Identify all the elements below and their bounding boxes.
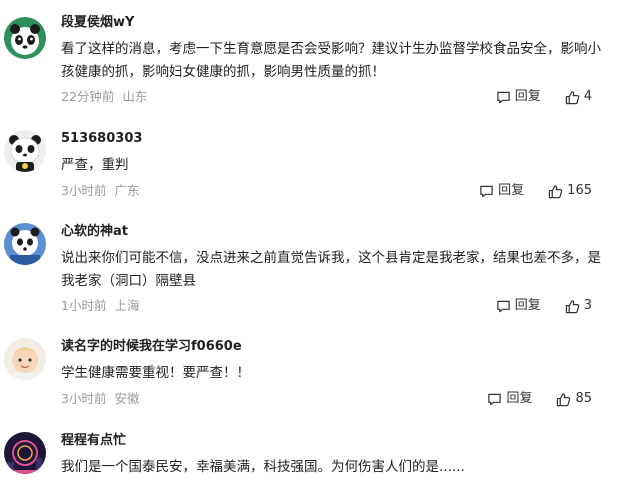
reply-button[interactable]: 回复 [496, 298, 541, 314]
avatar[interactable] [4, 223, 46, 265]
like-button[interactable]: 3 [565, 298, 592, 314]
thumbs-up-icon [565, 299, 579, 313]
comment-meta: 1小时前 上海 [61, 298, 139, 314]
reply-button[interactable]: 回复 [496, 89, 541, 105]
comment-time: 3小时前 [61, 183, 107, 198]
username[interactable]: 程程有点忙 [61, 432, 126, 450]
comment-item: 513680303 严查，重判 3小时前 广东 回复 165 [0, 130, 636, 210]
comment-time: 22分钟前 [61, 89, 115, 104]
comment-time: 3小时前 [61, 391, 107, 406]
night-city-avatar-icon [4, 432, 46, 474]
comment-meta: 22分钟前 山东 [61, 89, 147, 105]
comment-actions: 回复 85 [487, 391, 592, 407]
comment-meta: 3小时前 广东 [61, 183, 139, 199]
comment-item: 读名字的时候我在学习f0660e 学生健康需要重视！要严查！！ 3小时前 安徽 回… [0, 338, 636, 418]
like-button[interactable]: 85 [556, 391, 592, 407]
comment-location: 上海 [114, 298, 140, 313]
comment-location: 山东 [122, 89, 148, 104]
panda-avatar-icon [4, 17, 46, 59]
reply-icon [488, 393, 502, 405]
comment-location: 安徽 [114, 391, 140, 406]
thumbs-up-icon [565, 90, 579, 104]
reply-label: 回复 [506, 391, 533, 406]
comment-actions: 回复 3 [496, 298, 592, 314]
like-button[interactable]: 4 [565, 89, 592, 105]
like-count: 85 [575, 391, 592, 406]
avatar[interactable] [4, 17, 46, 59]
avatar[interactable] [4, 432, 46, 474]
comment-text: 说出来你们可能不信，没点进来之前直觉告诉我，这个县肯定是我老家，结果也差不多，是… [61, 250, 601, 289]
reply-icon [480, 185, 493, 197]
like-count: 165 [567, 183, 592, 198]
mascot-avatar-icon [4, 223, 46, 265]
avatar[interactable] [4, 130, 46, 172]
comment-time: 1小时前 [61, 298, 107, 313]
username[interactable]: 段夏侯烟wY [61, 14, 134, 32]
reply-icon [496, 300, 510, 312]
comment-actions: 回复 165 [479, 183, 592, 199]
reply-icon [496, 91, 510, 103]
reply-button[interactable]: 回复 [479, 183, 524, 199]
avatar[interactable] [4, 338, 46, 380]
comment-item: 程程有点忙 我们是一个国泰民安，幸福美满，科技强国。为何伤害人们的是...... [0, 432, 636, 475]
comment-meta: 3小时前 安徽 [61, 391, 139, 407]
comment-item: 段夏侯烟wY 看了这样的消息，考虑一下生育意愿是否会受影响？建议计生办监督学校食… [0, 14, 636, 114]
comment-actions: 回复 4 [496, 89, 592, 105]
reply-button[interactable]: 回复 [487, 391, 532, 407]
reply-label: 回复 [514, 298, 541, 313]
like-count: 4 [583, 89, 592, 104]
cartoon-panda-avatar-icon [4, 130, 46, 172]
comment-text: 严查，重判 [61, 157, 129, 173]
thumbs-up-icon [548, 184, 563, 198]
comment-text: 学生健康需要重视！要严查！！ [61, 365, 250, 381]
username[interactable]: 513680303 [61, 130, 142, 148]
username[interactable]: 读名字的时候我在学习f0660e [61, 338, 242, 356]
comment-text: 看了这样的消息，考虑一下生育意愿是否会受影响？建议计生办监督学校食品安全，影响小… [61, 41, 601, 80]
reply-label: 回复 [498, 183, 525, 198]
like-count: 3 [583, 298, 592, 313]
baby-avatar-icon [4, 338, 46, 380]
comment-item: 心软的神at 说出来你们可能不信，没点进来之前直觉告诉我，这个县肯定是我老家，结… [0, 223, 636, 323]
thumbs-up-icon [557, 392, 571, 406]
username[interactable]: 心软的神at [61, 223, 128, 241]
comment-text: 我们是一个国泰民安，幸福美满，科技强国。为何伤害人们的是...... [61, 459, 465, 475]
reply-label: 回复 [514, 89, 541, 104]
like-button[interactable]: 165 [548, 183, 592, 199]
comment-location: 广东 [114, 183, 140, 198]
